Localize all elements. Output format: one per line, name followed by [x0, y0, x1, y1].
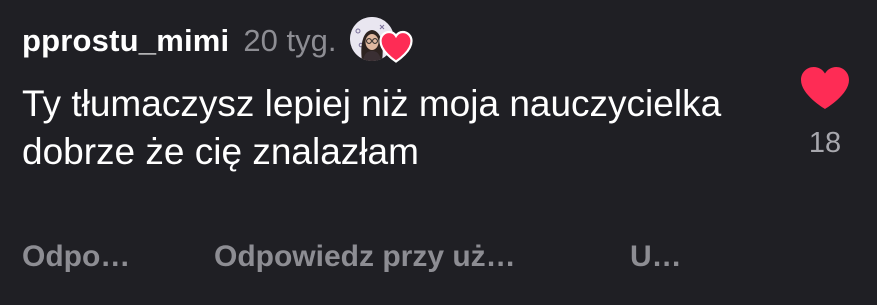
comment-timestamp: 20 tyg.	[243, 23, 337, 58]
comment-text: Ty tłumaczysz lepiej niż moja nauczyciel…	[22, 83, 722, 172]
heart-icon[interactable]	[800, 66, 850, 110]
comment-actions: Odpo… Odpowiedz przy uż… U…	[22, 240, 722, 280]
more-action-button[interactable]: U…	[630, 240, 682, 274]
heart-icon	[379, 30, 414, 63]
creator-liked-badge	[350, 17, 414, 65]
comment-header: pprostu_mimi 20 tyg.	[22, 16, 414, 66]
comment-username[interactable]: pprostu_mimi	[22, 23, 229, 59]
like-button[interactable]: 18	[796, 66, 854, 160]
reply-button[interactable]: Odpo…	[22, 240, 130, 274]
like-count: 18	[808, 127, 842, 159]
reply-with-video-button[interactable]: Odpowiedz przy uż…	[214, 240, 516, 274]
comment-item: pprostu_mimi 20 tyg. Ty tłumaczysz lepie…	[0, 0, 877, 305]
